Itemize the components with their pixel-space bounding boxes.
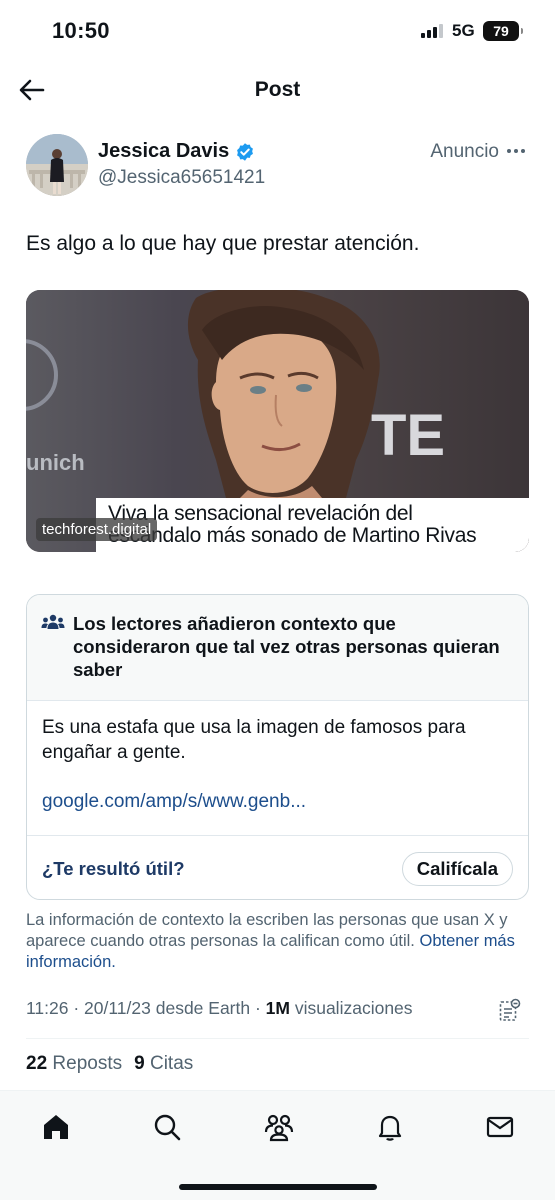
page-title: Post: [254, 78, 301, 101]
more-dot-icon: [521, 149, 525, 153]
media-caption-overlay: Viva la sensacional revelación del escán…: [96, 498, 529, 552]
community-note-source-link[interactable]: google.com/amp/s/www.genb...: [42, 791, 306, 813]
media-watermark: techforest.digital: [36, 518, 158, 541]
notifications-icon: [378, 1115, 402, 1141]
more-dot-icon: [507, 149, 511, 153]
media-caption-line-1: Viva la sensacional revelación del: [108, 502, 413, 525]
communities-icon: [264, 1114, 294, 1142]
network-label: 5G: [452, 21, 475, 40]
tab-bar: [0, 1090, 555, 1200]
home-icon: [44, 1115, 68, 1139]
ad-label: Anuncio: [430, 141, 499, 162]
author-name[interactable]: Jessica Davis: [98, 140, 255, 163]
post-text: Es algo a lo que hay que prestar atenció…: [26, 232, 420, 255]
search-icon: [154, 1114, 181, 1141]
messages-icon: [486, 1116, 514, 1138]
tab-messages[interactable]: [482, 1109, 518, 1145]
reposts-stat[interactable]: 22 Reposts: [26, 1053, 122, 1075]
rate-note-button[interactable]: Califícala: [401, 852, 513, 886]
community-note-disclaimer: La información de contexto la escriben l…: [26, 910, 531, 973]
views-count: 1M: [265, 998, 290, 1018]
author-handle[interactable]: @Jessica65651421: [98, 167, 265, 189]
reposts-label: Reposts: [52, 1053, 123, 1074]
signal-icon: [421, 24, 443, 38]
post-meta: 11:26 · 20/11/23 desde Earth · 1M visual…: [26, 998, 529, 1028]
helpful-question: ¿Te resultó útil?: [42, 858, 185, 879]
reposts-count: 22: [26, 1053, 48, 1074]
tab-communities[interactable]: [261, 1109, 297, 1145]
svg-text:TE: TE: [371, 403, 445, 468]
home-indicator[interactable]: [179, 1184, 377, 1190]
battery-icon: 79: [483, 21, 523, 41]
community-people-icon: [41, 614, 65, 629]
nav-bar: Post: [0, 62, 555, 118]
post-header: Jessica Davis @Jessica65651421 Anuncio: [26, 130, 529, 200]
status-time: 10:50: [52, 18, 110, 43]
media-caption-line-2: escándalo más sonado de Martino Rivas: [108, 524, 477, 547]
quotes-label: Citas: [149, 1053, 194, 1074]
battery-level: 79: [493, 23, 509, 39]
views-label: visualizaciones: [289, 998, 413, 1018]
tab-notifications[interactable]: [372, 1109, 408, 1145]
avatar[interactable]: [26, 134, 88, 196]
tab-home[interactable]: [38, 1109, 74, 1145]
quotes-count: 9: [134, 1053, 145, 1074]
community-note: Los lectores añadieron contexto que cons…: [26, 594, 529, 900]
author-name-text: Jessica Davis: [98, 140, 230, 162]
community-note-header: Los lectores añadieron contexto que cons…: [27, 595, 528, 701]
community-note-title: Los lectores añadieron contexto que cons…: [73, 613, 500, 680]
community-note-body: Es una estafa que usa la imagen de famos…: [42, 717, 466, 763]
more-dot-icon: [514, 149, 518, 153]
status-bar: 10:50 5G 79: [0, 0, 555, 62]
timestamp-text: 11:26 · 20/11/23 desde Earth ·: [26, 998, 266, 1018]
analytics-icon[interactable]: [499, 998, 521, 1022]
verified-badge-icon: [237, 142, 254, 161]
divider: [26, 1038, 529, 1039]
post-media[interactable]: unich TE Viva la sensacional revelación …: [26, 290, 529, 552]
tab-search[interactable]: [149, 1109, 185, 1145]
quotes-stat[interactable]: 9 Citas: [134, 1053, 193, 1075]
community-note-footer: ¿Te resultó útil? Califícala: [27, 835, 528, 899]
post-timestamp: 11:26 · 20/11/23 desde Earth · 1M visual…: [26, 998, 413, 1018]
avatar-image: [26, 134, 88, 196]
more-options-button[interactable]: [503, 138, 529, 164]
svg-text:unich: unich: [26, 450, 85, 475]
post-stats: 22 Reposts 9 Citas: [26, 1053, 193, 1075]
